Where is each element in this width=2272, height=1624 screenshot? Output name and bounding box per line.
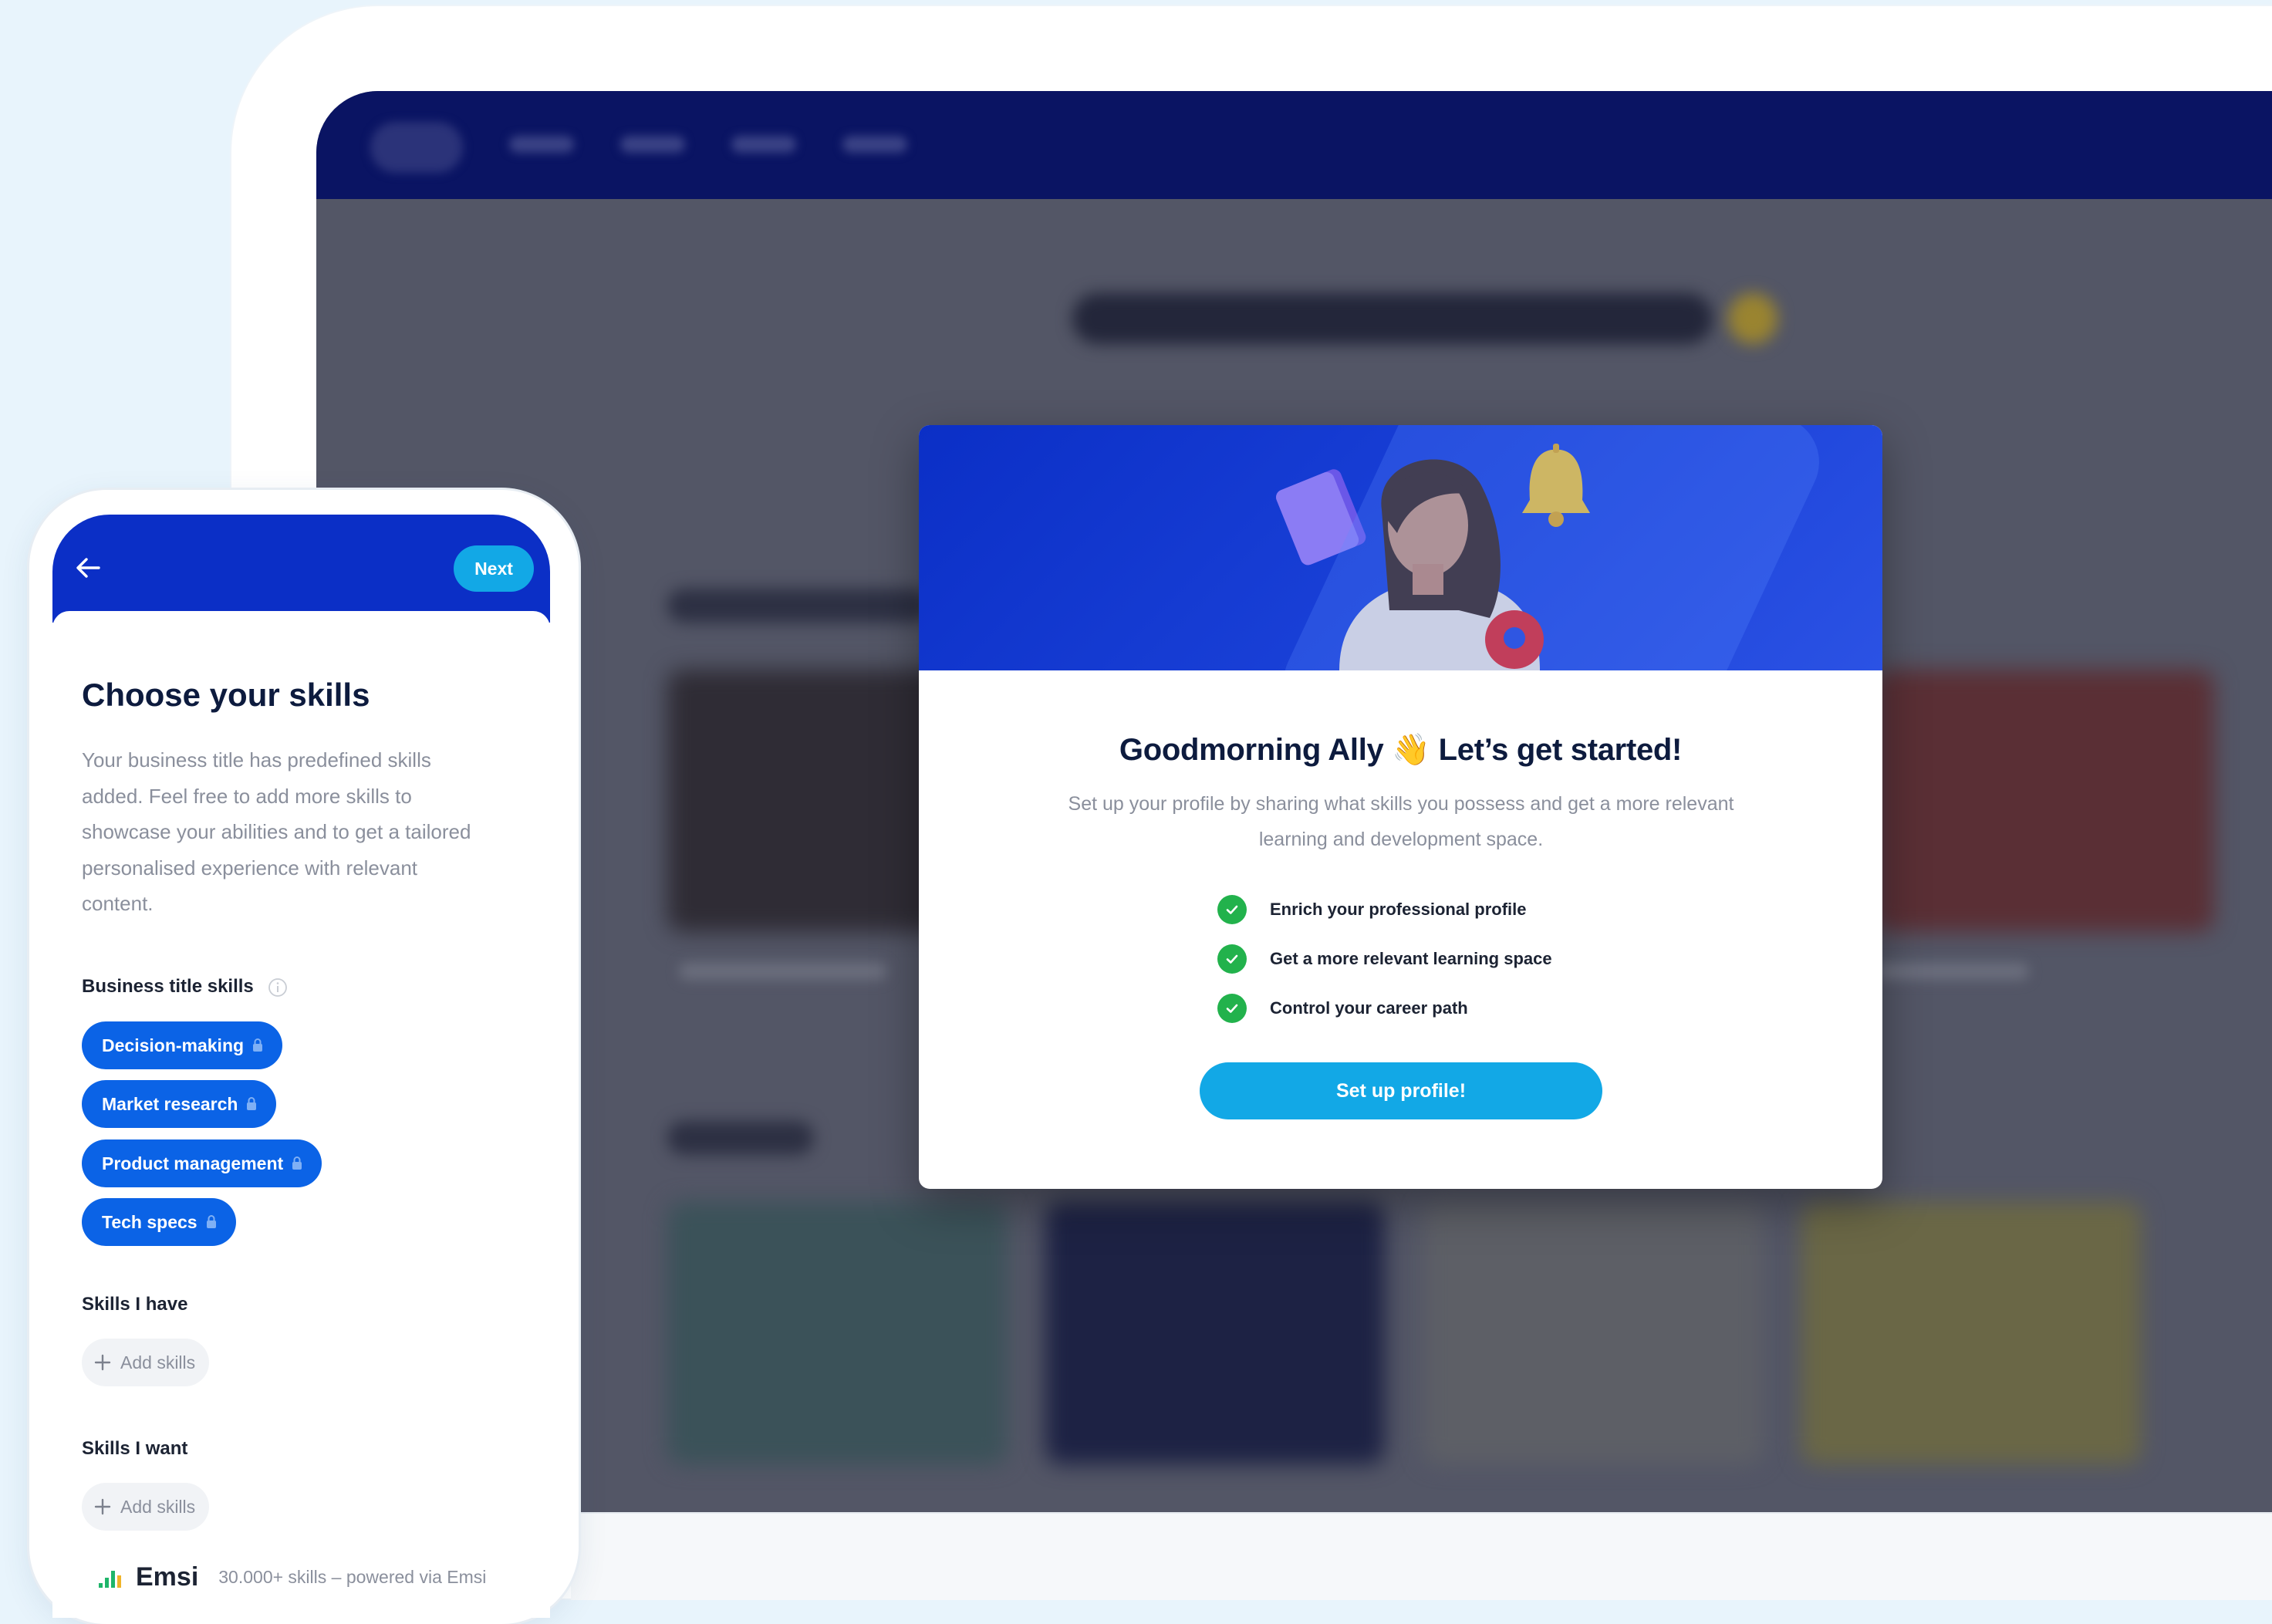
benefit-text: Enrich your professional profile <box>1270 900 1527 919</box>
benefit-item: Control your career path <box>1217 984 1552 1033</box>
background-card <box>1045 1202 1385 1464</box>
skills-want-label: Skills I want <box>82 1438 188 1459</box>
add-skills-have-button[interactable]: Add skills <box>82 1339 210 1386</box>
lock-icon <box>205 1214 218 1230</box>
page-description: Your business title has predefined skill… <box>82 748 471 915</box>
check-circle-icon <box>1217 944 1247 974</box>
page-title: Choose your skills <box>82 677 370 713</box>
benefit-list: Enrich your professional profile Get a m… <box>1217 885 1552 1033</box>
check-circle-icon <box>1217 895 1247 924</box>
modal-hero-illustration <box>919 425 1882 670</box>
background-card <box>667 1202 1007 1464</box>
lock-icon <box>252 1038 264 1053</box>
skill-chip-tech-specs[interactable]: Tech specs <box>82 1198 236 1246</box>
phone-frame: Next Choose your skills Your business ti… <box>29 490 579 1624</box>
phone-screen: Next Choose your skills Your business ti… <box>52 515 550 1618</box>
emsi-note: 30.000+ skills – powered via Emsi <box>218 1567 487 1587</box>
background-card <box>1423 1202 1763 1464</box>
background-card <box>1801 1202 2141 1464</box>
setup-profile-button[interactable]: Set up profile! <box>1200 1062 1602 1119</box>
laptop-base <box>571 1512 2272 1600</box>
tagline-text: Let’s get started! <box>1438 733 1683 767</box>
greeting-text: Goodmorning Ally <box>1119 733 1384 767</box>
check-circle-icon <box>1217 994 1247 1023</box>
emsi-brand: Emsi <box>136 1562 199 1592</box>
skill-chip-market-research[interactable]: Market research <box>82 1080 277 1128</box>
phone-header: Next <box>52 515 550 623</box>
add-skills-want-button[interactable]: Add skills <box>82 1483 210 1531</box>
background-navbar <box>316 91 2272 199</box>
wave-emoji: 👋 <box>1392 733 1430 767</box>
benefit-item: Enrich your professional profile <box>1217 885 1552 934</box>
modal-description: Set up your profile by sharing what skil… <box>1068 793 1734 850</box>
onboarding-modal: Goodmorning Ally 👋 Let’s get started! Se… <box>919 425 1882 1189</box>
background-logo <box>370 122 463 173</box>
modal-title: Goodmorning Ally 👋 Let’s get started! <box>919 731 1882 768</box>
emsi-bar-chart-icon <box>97 1566 128 1589</box>
skill-chip-product-management[interactable]: Product management <box>82 1140 322 1187</box>
plus-icon <box>93 1352 113 1372</box>
benefit-item: Get a more relevant learning space <box>1217 934 1552 984</box>
benefit-text: Get a more relevant learning space <box>1270 949 1552 968</box>
background-heading <box>1072 293 1713 344</box>
skills-have-label: Skills I have <box>82 1294 188 1315</box>
background-card <box>1875 670 2214 932</box>
benefit-text: Control your career path <box>1270 998 1468 1018</box>
background-nav-links <box>509 136 907 153</box>
background-heading-emoji <box>1728 293 1777 344</box>
background-caption <box>1875 963 2029 980</box>
next-button[interactable]: Next <box>454 545 534 592</box>
emsi-attribution: Emsi 30.000+ skills – powered via Emsi <box>97 1562 486 1592</box>
background-section-title <box>667 589 930 623</box>
background-caption <box>679 963 887 980</box>
plus-icon <box>93 1497 113 1517</box>
skill-chip-decision-making[interactable]: Decision-making <box>82 1021 283 1069</box>
lock-icon <box>291 1156 303 1171</box>
lock-icon <box>245 1096 258 1112</box>
background-section-title <box>667 1121 814 1155</box>
back-arrow-icon[interactable] <box>69 549 108 587</box>
business-title-skills-label: Business title skills <box>82 976 288 998</box>
info-icon[interactable] <box>268 977 288 998</box>
